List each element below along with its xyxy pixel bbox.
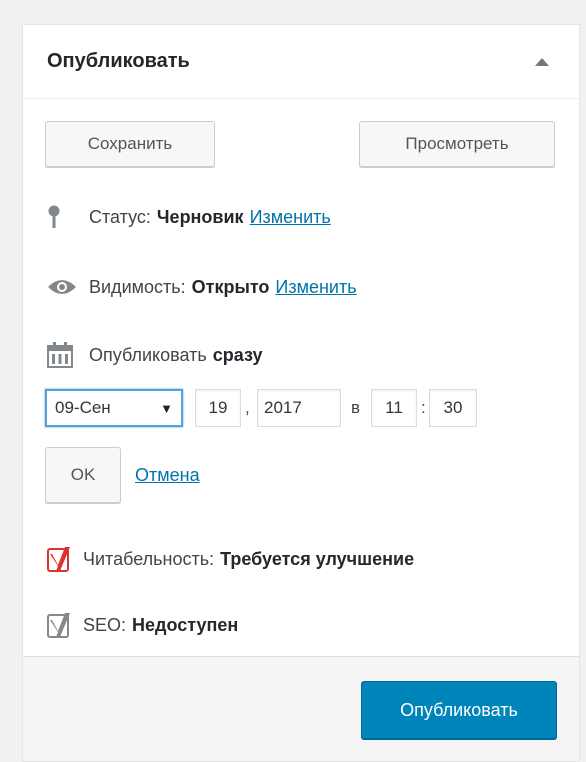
status-value: Черновик <box>156 206 244 227</box>
readability-label: Читабельность: <box>83 548 215 569</box>
time-colon: : <box>421 398 426 417</box>
collapse-arrow-icon[interactable] <box>535 57 549 66</box>
panel-header[interactable]: Опубликовать <box>23 25 579 99</box>
visibility-label: Видимость: <box>89 276 186 297</box>
ok-button[interactable]: OK <box>45 447 121 503</box>
calendar-icon <box>47 342 77 368</box>
hour-input[interactable]: 11 <box>371 389 417 427</box>
yoast-seo-icon <box>47 613 77 638</box>
status-label: Статус: <box>89 206 151 227</box>
at-label: в <box>351 398 361 417</box>
minute-input[interactable]: 30 <box>429 389 477 427</box>
save-draft-button[interactable]: Сохранить <box>45 121 215 167</box>
schedule-value: сразу <box>212 344 263 365</box>
seo-row: SEO: Недоступен <box>47 613 239 638</box>
visibility-value: Открыто <box>191 276 270 297</box>
visibility-row: Видимость: Открыто Изменить <box>47 275 357 299</box>
readability-row: Читабельность: Требуется улучшение <box>47 547 415 572</box>
pin-icon <box>47 205 77 229</box>
publish-footer: Опубликовать <box>23 656 579 761</box>
status-row: Статус: Черновик Изменить <box>47 205 331 229</box>
yoast-readability-icon <box>47 547 77 572</box>
year-input[interactable]: 2017 <box>257 389 341 427</box>
schedule-label: Опубликовать <box>89 344 207 365</box>
month-select-value: 09-Сен <box>55 398 111 417</box>
publish-panel: Опубликовать Сохранить Просмотреть Стату… <box>22 24 580 762</box>
month-select[interactable]: 09-Сен ▼ <box>45 389 183 427</box>
preview-button[interactable]: Просмотреть <box>359 121 555 167</box>
day-input[interactable]: 19 <box>195 389 241 427</box>
date-comma: , <box>245 398 250 417</box>
publish-button[interactable]: Опубликовать <box>361 681 557 739</box>
schedule-row: Опубликовать сразу <box>47 342 263 368</box>
seo-label: SEO: <box>83 614 127 635</box>
status-edit-link[interactable]: Изменить <box>250 207 331 228</box>
panel-title: Опубликовать <box>47 50 190 72</box>
seo-value: Недоступен <box>132 614 239 635</box>
visibility-edit-link[interactable]: Изменить <box>275 277 356 298</box>
cancel-link[interactable]: Отмена <box>135 465 200 486</box>
eye-icon <box>47 275 77 299</box>
readability-value: Требуется улучшение <box>220 548 415 569</box>
chevron-down-icon: ▼ <box>160 400 173 416</box>
